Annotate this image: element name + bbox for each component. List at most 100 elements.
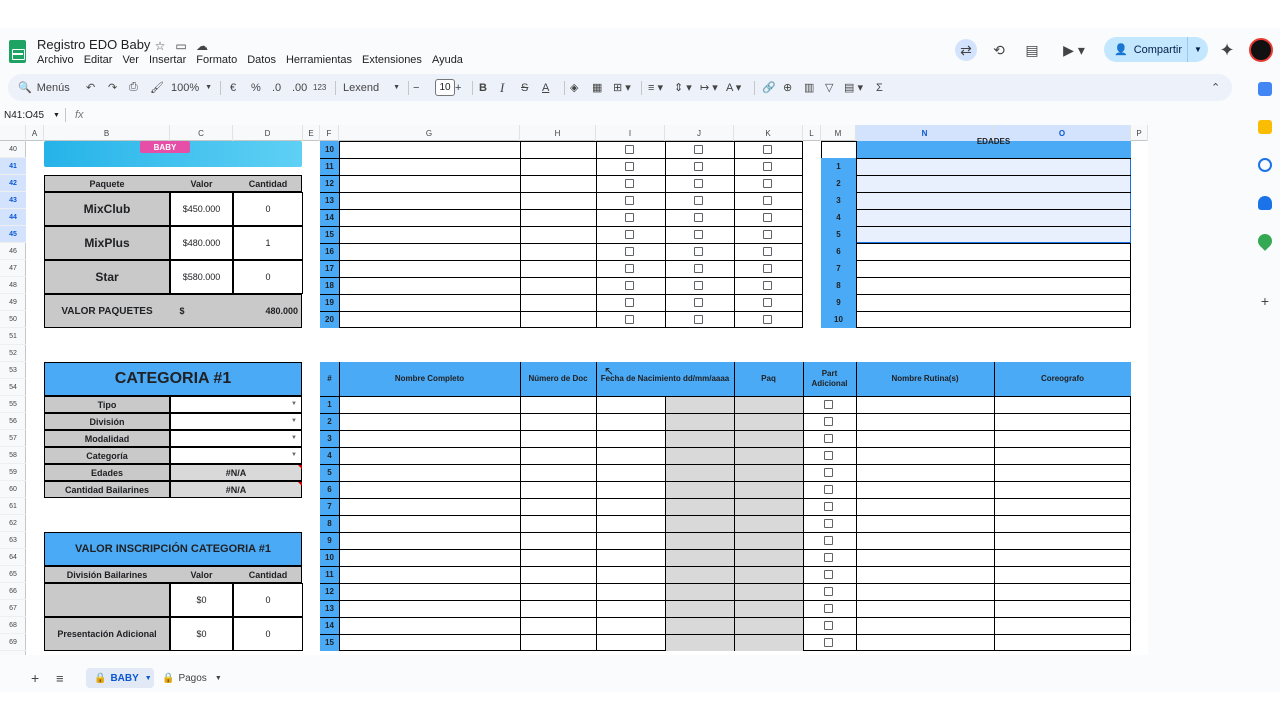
vertical-align-icon[interactable]: ⇕ ▾: [674, 74, 692, 101]
text-color-icon[interactable]: A: [542, 74, 549, 101]
paquete-valor[interactable]: $480.000: [170, 226, 233, 260]
checkbox[interactable]: [625, 281, 634, 290]
filter-icon[interactable]: ▽: [825, 74, 833, 101]
functions-icon[interactable]: Σ: [876, 74, 883, 101]
inscripcion-cantidad[interactable]: 0: [233, 583, 303, 617]
contacts-icon[interactable]: [1258, 196, 1272, 210]
checkbox[interactable]: [625, 145, 634, 154]
meet-present-icon[interactable]: ⇄: [955, 39, 977, 61]
checkbox[interactable]: [824, 451, 833, 460]
cloud-status-icon[interactable]: ☁: [194, 38, 210, 54]
horizontal-align-icon[interactable]: ≡ ▾: [648, 74, 663, 101]
get-addons-icon[interactable]: +: [1258, 293, 1272, 309]
checkbox[interactable]: [625, 315, 634, 324]
increase-decimal-button[interactable]: .00: [292, 74, 307, 101]
checkbox[interactable]: [694, 162, 703, 171]
checkbox[interactable]: [694, 179, 703, 188]
move-folder-icon[interactable]: ▭: [173, 38, 189, 54]
all-sheets-icon[interactable]: ≡: [56, 668, 64, 688]
checkbox[interactable]: [694, 230, 703, 239]
calendar-icon[interactable]: [1258, 82, 1272, 96]
checkbox[interactable]: [824, 536, 833, 545]
paquete-cantidad[interactable]: 1: [233, 226, 303, 260]
checkbox[interactable]: [625, 196, 634, 205]
inscripcion-valor[interactable]: $0: [170, 617, 233, 651]
checkbox[interactable]: [824, 570, 833, 579]
share-dropdown-icon[interactable]: ▼: [1187, 37, 1208, 62]
undo-icon[interactable]: ↶: [86, 74, 95, 101]
menu-ayuda[interactable]: Ayuda: [432, 54, 463, 66]
checkbox[interactable]: [763, 264, 772, 273]
italic-icon[interactable]: I: [500, 74, 504, 101]
checkbox[interactable]: [625, 247, 634, 256]
paint-format-icon[interactable]: 🖌: [150, 74, 164, 101]
checkbox[interactable]: [763, 196, 772, 205]
font-select[interactable]: Lexend ▼: [343, 74, 400, 101]
inscripcion-cantidad[interactable]: 0: [233, 617, 303, 651]
spreadsheet-grid[interactable]: A B C D E F G H I J K L M N O P 40 41 42 43…: [0, 125, 1148, 655]
checkbox[interactable]: [763, 281, 772, 290]
decrease-decimal-button[interactable]: .0: [272, 74, 281, 101]
menu-formato[interactable]: Formato: [196, 54, 237, 66]
name-box[interactable]: N41:O45: [4, 110, 44, 121]
checkbox[interactable]: [824, 638, 833, 647]
name-box-chevron-icon[interactable]: ▼: [53, 112, 60, 119]
checkbox[interactable]: [824, 519, 833, 528]
dropdown-chevron-icon[interactable]: ▼: [290, 417, 298, 425]
checkbox[interactable]: [824, 553, 833, 562]
text-wrap-icon[interactable]: ↦ ▾: [700, 74, 718, 101]
number-format-button[interactable]: 123: [313, 74, 326, 101]
checkbox[interactable]: [763, 315, 772, 324]
tab-chevron-icon[interactable]: ▼: [215, 675, 222, 682]
checkbox[interactable]: [824, 434, 833, 443]
bold-icon[interactable]: B: [479, 74, 487, 101]
tab-baby[interactable]: 🔒 BABY ▼: [86, 668, 154, 688]
paquete-valor[interactable]: $450.000: [170, 192, 233, 226]
checkbox[interactable]: [763, 179, 772, 188]
checkbox[interactable]: [763, 213, 772, 222]
checkbox[interactable]: [824, 502, 833, 511]
checkbox[interactable]: [824, 587, 833, 596]
checkbox[interactable]: [694, 281, 703, 290]
checkbox[interactable]: [763, 247, 772, 256]
checkbox[interactable]: [694, 213, 703, 222]
tab-chevron-icon[interactable]: ▼: [145, 675, 152, 682]
tab-pagos[interactable]: 🔒 Pagos ▼: [162, 668, 222, 688]
merge-cells-icon[interactable]: ⊞ ▾: [613, 74, 631, 101]
tasks-icon[interactable]: [1258, 158, 1272, 172]
keep-icon[interactable]: [1258, 120, 1272, 134]
collapse-toolbar-icon[interactable]: ⌃: [1211, 74, 1220, 101]
redo-icon[interactable]: ↷: [108, 74, 117, 101]
text-rotation-icon[interactable]: A ▾: [726, 74, 741, 101]
comments-icon[interactable]: ▤: [1021, 39, 1043, 61]
add-sheet-icon[interactable]: +: [31, 668, 39, 688]
fill-color-icon[interactable]: ◈: [570, 74, 578, 101]
checkbox[interactable]: [763, 298, 772, 307]
zoom-select[interactable]: 100% ▼: [171, 74, 212, 101]
borders-icon[interactable]: ▦: [592, 74, 602, 101]
font-size-minus-button[interactable]: −: [413, 74, 419, 101]
checkbox[interactable]: [763, 162, 772, 171]
font-size-input[interactable]: 10: [435, 79, 455, 96]
checkbox[interactable]: [625, 264, 634, 273]
checkbox[interactable]: [824, 468, 833, 477]
checkbox[interactable]: [625, 298, 634, 307]
checkbox[interactable]: [763, 145, 772, 154]
inscripcion-valor[interactable]: $0: [170, 583, 233, 617]
menu-extensiones[interactable]: Extensiones: [362, 54, 422, 66]
sheets-logo-icon[interactable]: [9, 40, 26, 63]
checkbox[interactable]: [763, 230, 772, 239]
menu-editar[interactable]: Editar: [84, 54, 113, 66]
insert-link-icon[interactable]: 🔗: [762, 74, 776, 101]
checkbox[interactable]: [625, 230, 634, 239]
checkbox[interactable]: [694, 264, 703, 273]
meet-icon[interactable]: ▶ ▾: [1057, 39, 1091, 61]
dropdown-chevron-icon[interactable]: ▼: [290, 400, 298, 408]
menu-archivo[interactable]: Archivo: [37, 54, 74, 66]
paquete-cantidad[interactable]: 0: [233, 192, 303, 226]
document-title[interactable]: Registro EDO Baby: [37, 37, 150, 52]
menu-insertar[interactable]: Insertar: [149, 54, 186, 66]
font-size-plus-button[interactable]: +: [455, 74, 461, 101]
star-icon[interactable]: ☆: [152, 38, 168, 54]
checkbox[interactable]: [625, 179, 634, 188]
